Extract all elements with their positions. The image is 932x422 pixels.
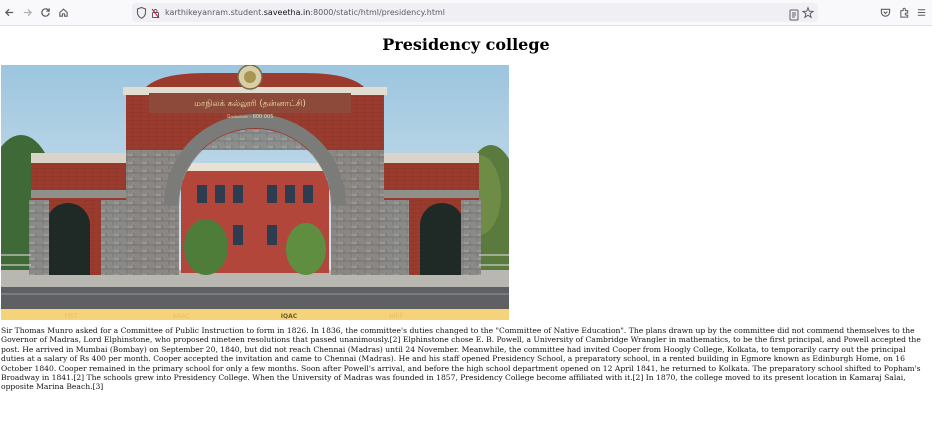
page-title: Presidency college <box>382 35 550 54</box>
reader-view-icon[interactable] <box>789 6 799 25</box>
menu-icon[interactable] <box>913 4 930 21</box>
gate-sign-subtext: சென்னை - 600 005 <box>227 114 274 120</box>
gate-sign-text: மாநிலக் கல்லூரி (தன்னாட்சி) <box>194 99 306 109</box>
footer-label-nirf: NIRF <box>389 313 403 320</box>
url-host: saveetha.in <box>263 8 311 17</box>
history-paragraph: Sir Thomas Munro asked for a Committee o… <box>1 326 921 392</box>
browser-toolbar: karthikeyanram.student.saveetha.in:8000/… <box>0 0 932 26</box>
footer-label-naac: NAAC <box>173 313 190 320</box>
pocket-icon[interactable] <box>877 4 894 21</box>
footer-label-iqac: IQAC <box>281 313 298 320</box>
url-prefix: karthikeyanram.student. <box>165 8 264 17</box>
home-icon[interactable] <box>55 4 72 21</box>
reload-icon[interactable] <box>37 4 54 21</box>
footer-label-fist: FIST <box>65 313 78 320</box>
extensions-icon[interactable] <box>896 4 913 21</box>
back-icon[interactable] <box>1 4 18 21</box>
page-info-icon[interactable] <box>150 5 161 24</box>
college-gate-image: மாநிலக் கல்லூரி (தன்னாட்சி) சென்னை - 600… <box>0 64 521 320</box>
url-path: :8000/static/html/presidency.html <box>310 8 446 17</box>
url-text[interactable]: karthikeyanram.student.saveetha.in:8000/… <box>165 3 445 22</box>
forward-icon[interactable] <box>19 4 36 21</box>
shield-icon[interactable] <box>136 5 147 24</box>
address-bar[interactable]: karthikeyanram.student.saveetha.in:8000/… <box>132 3 818 22</box>
bookmark-star-icon[interactable] <box>801 5 815 24</box>
